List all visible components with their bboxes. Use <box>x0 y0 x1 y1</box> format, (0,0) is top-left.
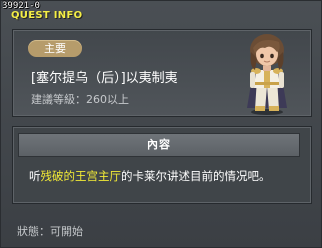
quest-status: 狀態：可開始 <box>17 225 83 238</box>
quest-type-badge: 主要 <box>28 40 82 57</box>
quest-info-window: 39921-0 QUEST INFO 主要 [塞尔提乌（后）]以夷制夷 建議等級… <box>0 0 322 248</box>
content-section-header: 內容 <box>18 133 300 157</box>
quest-level-requirement: 建議等級：260以上 <box>31 93 129 106</box>
window-title: QUEST INFO <box>11 10 83 21</box>
description-prefix: 听 <box>29 169 41 183</box>
quest-name: [塞尔提乌（后）]以夷制夷 <box>31 71 178 86</box>
description-location-highlight: 残破的王宫主厅 <box>40 169 122 183</box>
quest-description: 听残破的王宫主厅的卡莱尔讲述目前的情况吧。 <box>29 168 271 184</box>
description-suffix: 的卡莱尔讲述目前的情况吧。 <box>121 169 271 183</box>
npc-portrait-icon <box>231 30 301 116</box>
